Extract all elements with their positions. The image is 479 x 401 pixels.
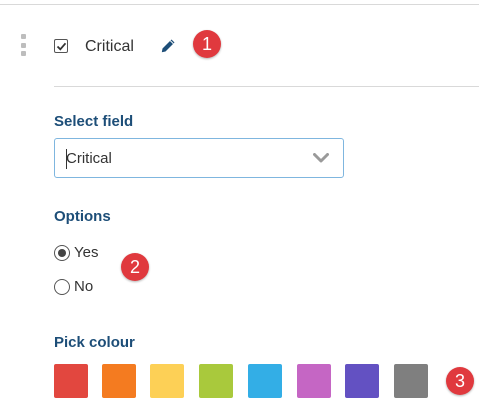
chevron-down-icon[interactable] (313, 153, 329, 164)
select-field-value: Critical (66, 150, 112, 167)
colour-swatch-pink[interactable] (297, 364, 331, 398)
options-title: Options (54, 208, 111, 225)
checkmark-icon (56, 42, 67, 51)
pencil-icon[interactable] (160, 38, 176, 54)
text-cursor (66, 149, 67, 169)
radio-no-label[interactable]: No (74, 278, 93, 296)
radio-no[interactable] (54, 279, 70, 295)
colour-swatch-yellow[interactable] (150, 364, 184, 398)
callout-badge-3: 3 (446, 367, 474, 395)
colour-swatch-grey[interactable] (394, 364, 428, 398)
section-divider (54, 86, 479, 87)
select-field-dropdown[interactable]: Critical (54, 138, 344, 178)
colour-swatch-purple[interactable] (345, 364, 379, 398)
colour-swatch-green[interactable] (199, 364, 233, 398)
colour-swatch-blue[interactable] (248, 364, 282, 398)
field-label: Critical (85, 38, 134, 55)
colour-swatch-orange[interactable] (102, 364, 136, 398)
callout-badge-2: 2 (121, 253, 149, 281)
top-divider (0, 4, 479, 5)
drag-handle-icon[interactable] (21, 34, 26, 56)
pick-colour-title: Pick colour (54, 334, 135, 351)
radio-yes-label[interactable]: Yes (74, 244, 98, 262)
radio-selected-dot (58, 249, 66, 257)
critical-checkbox[interactable] (54, 39, 68, 53)
select-field-title: Select field (54, 113, 134, 130)
colour-swatch-red[interactable] (54, 364, 88, 398)
callout-badge-1: 1 (193, 30, 221, 58)
radio-yes[interactable] (54, 245, 70, 261)
